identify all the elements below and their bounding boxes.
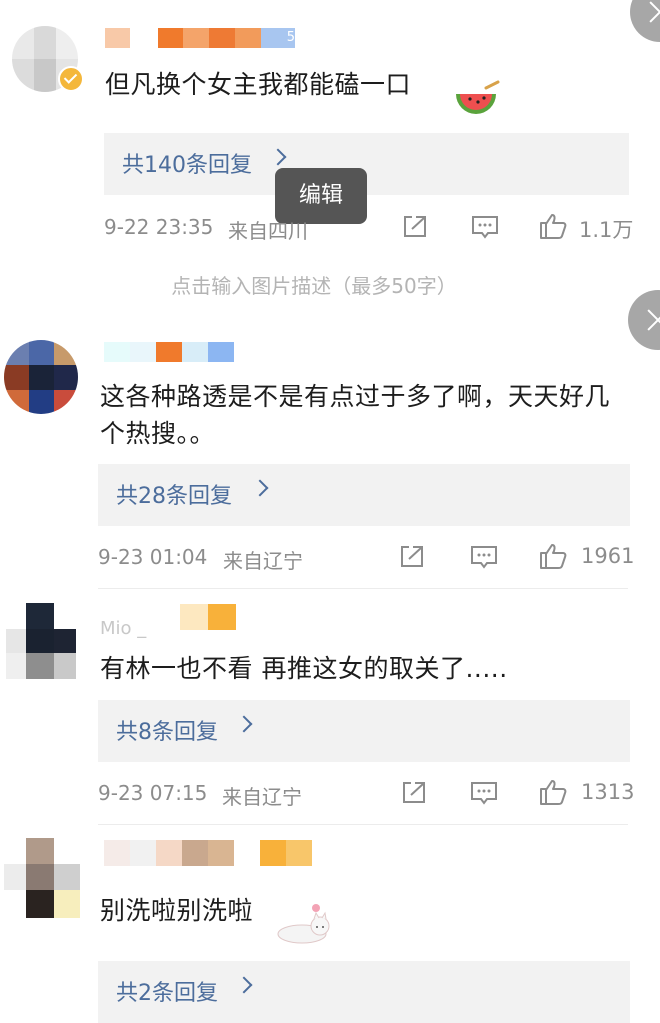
like-count: 1313 <box>581 780 635 804</box>
like-icon[interactable] <box>538 541 568 571</box>
reply-thread-button[interactable]: 共2条回复 <box>98 961 630 1023</box>
watermelon-sticker-icon <box>452 80 500 120</box>
divider <box>98 824 628 825</box>
reply-count-label: 共8条回复 <box>116 720 218 745</box>
chevron-right-icon <box>235 976 253 994</box>
comment-time: 9-23 07:15 <box>98 781 208 805</box>
divider <box>98 588 628 589</box>
comment-text: 这各种路透是不是有点过于多了啊，天天好几个热搜。。 <box>100 382 611 448</box>
comment-time: 9-23 01:04 <box>98 545 208 569</box>
verified-badge-icon <box>58 66 84 92</box>
reply-thread-button[interactable]: 共28条回复 <box>98 464 630 526</box>
username-blurred[interactable] <box>104 840 312 866</box>
comment-location: 来自辽宁 <box>223 549 303 573</box>
reply-count-label: 共28条回复 <box>116 484 232 509</box>
comment-text: 但凡换个女主我都能磕一口 <box>105 70 412 99</box>
reply-thread-button[interactable]: 共8条回复 <box>98 700 630 762</box>
comment-text: 有林一也不看 再推这女的取关了..... <box>100 654 508 683</box>
comment-location: 来自四川 <box>228 219 308 243</box>
avatar[interactable] <box>4 340 78 414</box>
like-count: 1961 <box>581 544 635 568</box>
chevron-right-icon <box>235 715 253 733</box>
username-blurred[interactable]: 5 <box>105 28 295 48</box>
close-icon[interactable] <box>630 0 660 42</box>
name-badge: 5 <box>261 28 295 48</box>
reply-count-label: 共140条回复 <box>122 153 252 178</box>
reply-count-label: 共2条回复 <box>116 981 218 1006</box>
username-blurred <box>180 604 236 630</box>
cat-sticker-icon <box>272 900 336 946</box>
share-icon[interactable] <box>399 544 425 570</box>
username-partial[interactable]: Mio _ <box>100 618 146 639</box>
comment-icon[interactable] <box>471 214 499 240</box>
comment-icon[interactable] <box>470 780 498 806</box>
avatar[interactable] <box>4 838 80 918</box>
comment-text: 别洗啦别洗啦 <box>100 896 254 925</box>
share-icon[interactable] <box>402 214 428 240</box>
like-count: 1.1万 <box>579 218 634 242</box>
comment-location: 来自辽宁 <box>222 785 302 809</box>
like-icon[interactable] <box>538 777 568 807</box>
comment-icon[interactable] <box>470 544 498 570</box>
chevron-right-icon <box>251 479 269 497</box>
close-icon[interactable] <box>628 290 660 350</box>
comment-time: 9-22 23:35 <box>104 215 214 239</box>
share-icon[interactable] <box>401 780 427 806</box>
image-caption-prompt[interactable]: 点击输入图片描述（最多50字） <box>0 270 628 299</box>
chevron-right-icon <box>269 148 287 166</box>
avatar[interactable] <box>6 603 76 679</box>
like-icon[interactable] <box>538 211 568 241</box>
username-blurred[interactable] <box>104 342 234 362</box>
